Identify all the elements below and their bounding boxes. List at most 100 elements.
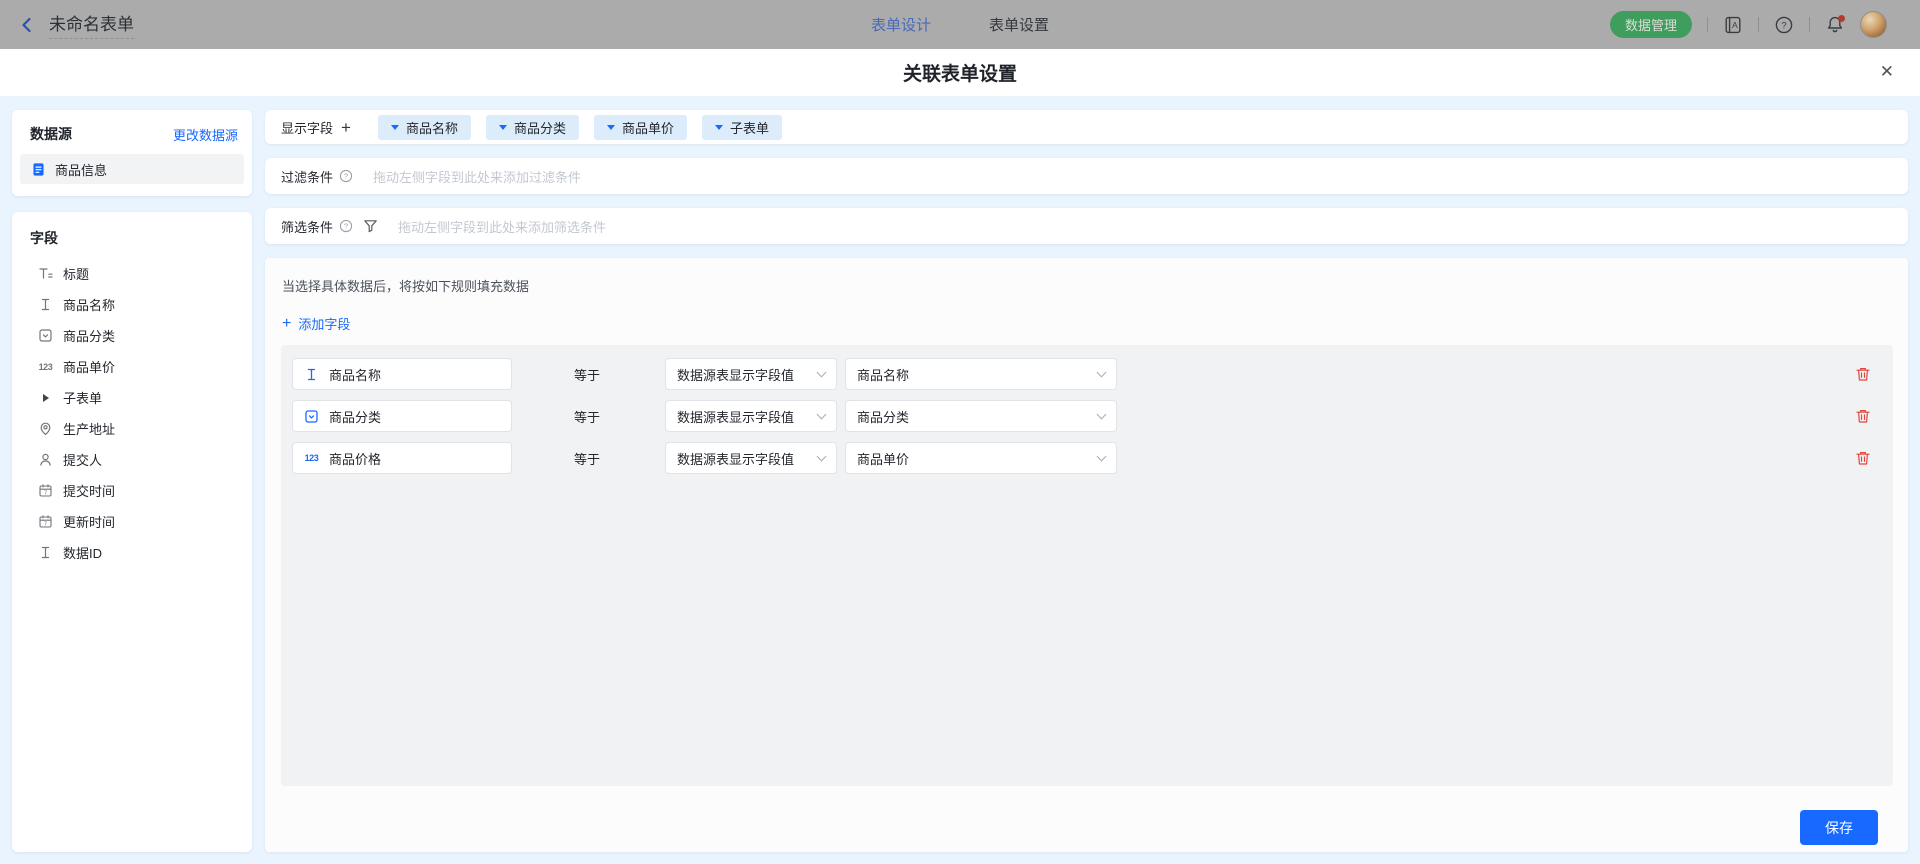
field-item-label: 商品分类 — [63, 326, 115, 345]
top-bar-actions: 数据管理 A ? — [1610, 0, 1887, 49]
screening-conditions-label: 筛选条件 — [281, 217, 333, 236]
display-field-tag[interactable]: 商品单价 — [594, 115, 687, 140]
field-item-update-time[interactable]: 7 更新时间 — [12, 506, 252, 537]
text-field-icon — [38, 297, 53, 312]
add-display-field-icon[interactable]: + — [341, 119, 351, 136]
datasource-selected-item[interactable]: 商品信息 — [20, 154, 244, 184]
display-fields-label: 显示字段 — [281, 118, 333, 137]
location-pin-icon — [38, 421, 53, 436]
add-field-label: 添加字段 — [298, 314, 350, 333]
field-item-submitter[interactable]: 提交人 — [12, 444, 252, 475]
select-value: 数据源表显示字段值 — [677, 449, 794, 468]
rule-value-select[interactable]: 商品分类 — [845, 400, 1117, 432]
chevron-down-icon — [499, 125, 507, 130]
notifications-bell-icon[interactable] — [1825, 15, 1845, 35]
rule-field-input[interactable]: 商品分类 — [292, 400, 512, 432]
rule-operator: 等于 — [574, 400, 600, 432]
back-icon[interactable] — [18, 16, 36, 34]
rule-field-input[interactable]: 123 商品价格 — [292, 442, 512, 474]
tag-label: 商品单价 — [622, 118, 674, 137]
chevron-down-icon — [817, 410, 827, 420]
chevron-down-icon — [1097, 452, 1107, 462]
filter-conditions-label: 过滤条件 — [281, 167, 333, 186]
field-item-label: 数据ID — [63, 543, 102, 562]
select-field-icon — [304, 409, 319, 424]
data-manage-button[interactable]: 数据管理 — [1610, 11, 1692, 38]
contacts-icon[interactable]: A — [1723, 15, 1743, 35]
rule-row: 123 商品价格 等于 数据源表显示字段值 商品单价 — [281, 442, 1893, 474]
datasource-panel: 数据源 更改数据源 商品信息 — [12, 110, 252, 196]
tag-label: 子表单 — [730, 118, 769, 137]
display-field-tags: 商品名称 商品分类 商品单价 子表单 — [378, 115, 782, 140]
select-field-icon — [38, 328, 53, 343]
modal-title: 关联表单设置 — [0, 49, 1920, 96]
delete-rule-icon[interactable] — [1855, 408, 1871, 424]
add-field-button[interactable]: + 添加字段 — [282, 314, 350, 333]
chevron-down-icon — [391, 125, 399, 130]
delete-rule-icon[interactable] — [1855, 366, 1871, 382]
svg-text:7: 7 — [44, 491, 47, 497]
filter-conditions-bar[interactable]: 过滤条件 ? 拖动左侧字段到此处来添加过滤条件 — [265, 158, 1908, 194]
select-value: 数据源表显示字段值 — [677, 365, 794, 384]
rule-source-select[interactable]: 数据源表显示字段值 — [665, 442, 837, 474]
delete-rule-icon[interactable] — [1855, 450, 1871, 466]
chevron-down-icon — [1097, 410, 1107, 420]
help-icon[interactable]: ? — [1774, 15, 1794, 35]
avatar[interactable] — [1860, 11, 1887, 38]
filter-drop-placeholder: 拖动左侧字段到此处来添加过滤条件 — [373, 167, 581, 186]
text-field-icon — [304, 367, 319, 382]
text-field-icon — [38, 545, 53, 560]
rule-field-name: 商品名称 — [329, 365, 381, 384]
field-item-title[interactable]: 标题 — [12, 258, 252, 289]
field-item-data-id[interactable]: 数据ID — [12, 537, 252, 568]
display-field-tag[interactable]: 商品分类 — [486, 115, 579, 140]
svg-text:?: ? — [344, 222, 348, 231]
svg-text:?: ? — [1781, 20, 1786, 31]
top-bar-tabs: 表单设计 表单设置 — [871, 0, 1049, 49]
form-title[interactable]: 未命名表单 — [49, 10, 134, 39]
rule-row: 商品分类 等于 数据源表显示字段值 商品分类 — [281, 400, 1893, 432]
field-item-product-price[interactable]: 123 商品单价 — [12, 351, 252, 382]
close-icon[interactable]: ✕ — [1880, 61, 1894, 83]
chevron-down-icon — [715, 125, 723, 130]
fields-header: 字段 — [12, 212, 252, 248]
field-item-label: 更新时间 — [63, 512, 115, 531]
tab-form-design[interactable]: 表单设计 — [871, 14, 931, 35]
tag-label: 商品分类 — [514, 118, 566, 137]
expand-arrow-icon[interactable] — [38, 390, 53, 405]
rules-list: 商品名称 等于 数据源表显示字段值 商品名称 — [281, 345, 1893, 786]
rule-value-select[interactable]: 商品名称 — [845, 358, 1117, 390]
help-icon[interactable]: ? — [339, 169, 353, 183]
tab-form-settings[interactable]: 表单设置 — [989, 14, 1049, 35]
field-item-label: 商品单价 — [63, 357, 115, 376]
save-button[interactable]: 保存 — [1800, 810, 1878, 845]
chevron-down-icon — [607, 125, 615, 130]
screening-conditions-bar[interactable]: 筛选条件 ? 拖动左侧字段到此处来添加筛选条件 — [265, 208, 1908, 244]
help-icon[interactable]: ? — [339, 219, 353, 233]
rule-field-name: 商品价格 — [329, 449, 381, 468]
field-item-submit-time[interactable]: 7 提交时间 — [12, 475, 252, 506]
rule-value-select[interactable]: 商品单价 — [845, 442, 1117, 474]
form-doc-icon — [31, 162, 46, 177]
select-value: 商品分类 — [857, 407, 909, 426]
change-datasource-link[interactable]: 更改数据源 — [173, 125, 238, 144]
calendar-icon: 7 — [38, 514, 53, 529]
field-item-label: 商品名称 — [63, 295, 115, 314]
display-field-tag[interactable]: 商品名称 — [378, 115, 471, 140]
app-screen: 未命名表单 表单设计 表单设置 数据管理 A ? — [0, 0, 1920, 864]
rule-source-select[interactable]: 数据源表显示字段值 — [665, 400, 837, 432]
field-item-product-category[interactable]: 商品分类 — [12, 320, 252, 351]
fill-rules-hint: 当选择具体数据后，将按如下规则填充数据 — [282, 276, 529, 295]
chevron-down-icon — [1097, 368, 1107, 378]
rule-field-input[interactable]: 商品名称 — [292, 358, 512, 390]
top-bar: 未命名表单 表单设计 表单设置 数据管理 A ? — [0, 0, 1920, 49]
field-item-subform[interactable]: 子表单 — [12, 382, 252, 413]
fields-list: 标题 商品名称 商品分类 123 商品单价 — [12, 258, 252, 568]
field-item-product-name[interactable]: 商品名称 — [12, 289, 252, 320]
rule-source-select[interactable]: 数据源表显示字段值 — [665, 358, 837, 390]
field-item-production-address[interactable]: 生产地址 — [12, 413, 252, 444]
tag-label: 商品名称 — [406, 118, 458, 137]
rule-row: 商品名称 等于 数据源表显示字段值 商品名称 — [281, 358, 1893, 390]
display-field-tag[interactable]: 子表单 — [702, 115, 782, 140]
field-item-label: 提交人 — [63, 450, 102, 469]
